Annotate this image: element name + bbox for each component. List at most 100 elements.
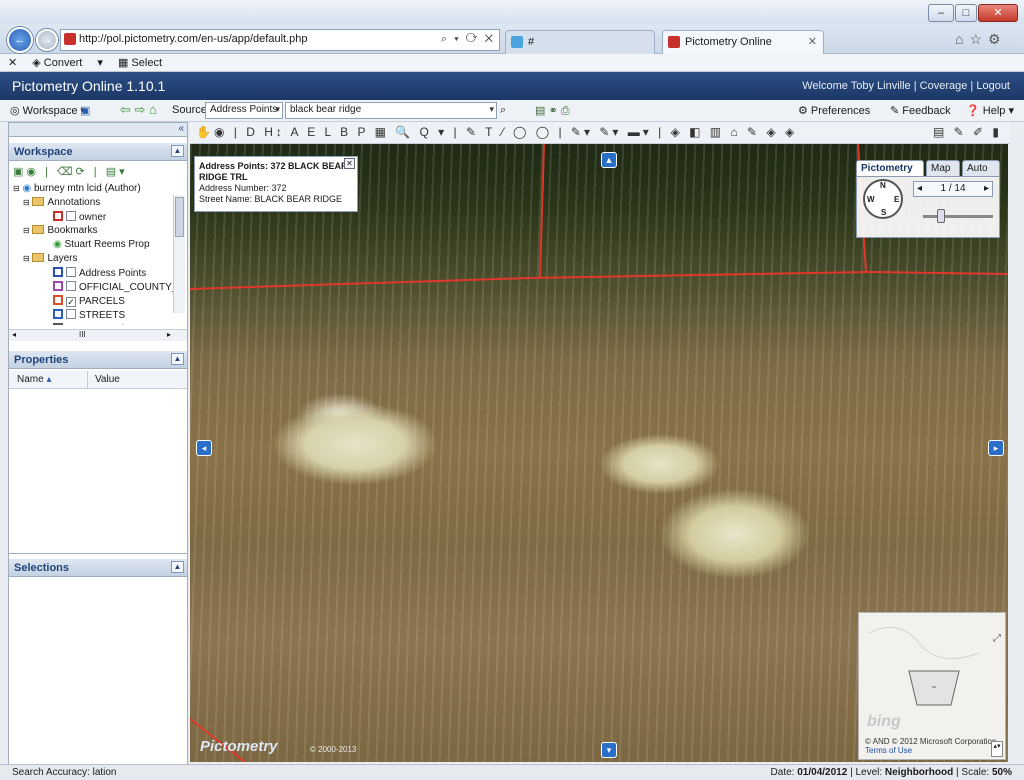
help-button[interactable]: ❓ Help ▾ [966,104,1014,117]
feedback-button[interactable]: ✎ Feedback [890,104,951,117]
forward-button[interactable]: → [36,29,58,51]
zoom-slider[interactable] [923,215,993,218]
collapse-icon[interactable]: ▲ [171,353,184,365]
layer-item[interactable]: STREETS [53,309,125,321]
search-icon[interactable]: ⌕ [500,104,506,117]
close-window-button[interactable]: ✕ [978,4,1018,22]
layer-checkbox[interactable] [66,267,76,277]
select-button[interactable]: ▦ Select [118,57,174,69]
pictometry-favicon-icon [668,36,680,48]
tree-bookmark-item[interactable]: ◉ Stuart Reems Prop [53,239,150,250]
panel-toggle-icon[interactable]: ▣ [80,104,90,117]
bookmark-icon: ◉ [53,239,62,250]
source-select[interactable]: Address Points ▾ [205,102,283,119]
layer-label: US Parcels [79,324,129,325]
minimize-button[interactable]: – [928,4,954,22]
layer-checkbox[interactable] [66,281,76,291]
app-title: Pictometry Online 1.10.1 [12,78,166,94]
coverage-link[interactable]: Coverage [920,80,968,92]
layer-checkbox[interactable] [66,309,76,319]
main-toolbar: ◎ Workspace ▾ ▣ ⇦ ⇨ ⌂ Source: Address Po… [0,100,1024,122]
properties-panel-header: Properties ▲ [9,351,187,369]
pan-zoom-tools-icon[interactable]: ✋◉ | D H↕ A E L B P ▦ 🔍 Q ▾ | ✎ T ⁄ ◯ ◯ … [196,125,797,139]
layer-item[interactable]: ✓US Parcels [53,323,129,325]
search-input[interactable]: black bear ridge ▾ [285,102,497,119]
image-pager[interactable]: ◂ 1 / 14 ▸ [913,181,993,197]
terms-of-use-link[interactable]: Terms of Use [865,746,912,755]
minimap-scroll-icon[interactable]: ▴▾ [991,741,1003,757]
tree-layers[interactable]: ⊟ Layers [23,253,78,264]
tree-scrollbar[interactable] [173,195,185,313]
chevron-right-icon[interactable]: ▸ [984,182,989,196]
status-info: Date: 01/04/2012 | Level: Neighborhood |… [770,767,1012,778]
tab-close-icon[interactable]: ✕ [808,35,817,48]
tab-blank[interactable]: # [505,30,655,54]
column-name[interactable]: Name ▴ [17,374,52,385]
welcome-text: Welcome Toby Linville [802,80,911,92]
tab-pictometry-view[interactable]: Pictometry [856,160,924,176]
annotation-color-icon [53,211,63,221]
tree-owner[interactable]: owner [53,211,106,223]
minimap-expand-icon[interactable]: ⤢ [993,633,1001,644]
feature-info-popup: ✕ Address Points: 372 BLACK BEAR RIDGE T… [194,156,358,212]
close-icon[interactable]: ✕ [344,158,355,169]
tree-bookmarks[interactable]: ⊟ Bookmarks [23,225,98,236]
layer-item[interactable]: Address Points [53,267,146,279]
layer-item[interactable]: OFFICIAL_COUNTY_ZO [53,281,175,293]
left-panel: « Workspace ▲ ▣◉ | ⌫⟳ | ▤▾ ⊟ ◉ burney mt… [8,122,188,766]
properties-table-header: Name ▴ Value [9,371,187,389]
north-marker-icon[interactable]: ▲ [601,152,617,168]
scroll-thumb[interactable] [175,197,184,237]
tab-map-view[interactable]: Map [926,160,960,176]
popup-title: Address Points: 372 BLACK BEAR RIDGE TRL [199,161,348,182]
collapse-left-icon[interactable]: « [178,123,184,134]
address-bar[interactable]: http://pol.pictometry.com/en-us/app/defa… [60,29,500,51]
convert-button[interactable]: ◈ Convert ▾ [32,57,103,69]
bing-logo: bing [867,713,901,730]
workspace-menu[interactable]: ◎ Workspace ▾ [10,104,86,117]
east-marker-icon[interactable]: ▸ [988,440,1004,456]
tree-hscrollbar[interactable]: ◂ III ▸ [9,329,187,341]
layer-label: STREETS [79,310,126,321]
close-icon[interactable]: ✕ [8,57,17,69]
header-links: Welcome Toby Linville | Coverage | Logou… [802,80,1010,92]
logout-link[interactable]: Logout [976,80,1010,92]
workspace-tools-icon[interactable]: ▣◉ | ⌫⟳ | ▤▾ [13,165,128,178]
home-favorites-settings-icon[interactable]: ⌂☆⚙ [955,31,1007,48]
layer-item[interactable]: ✓ PARCELS [53,295,125,307]
folder-icon [32,253,45,262]
search-refresh-stop-icon[interactable]: ⌕ ▾ ⟳ ✕ [441,33,495,46]
layer-color-icon [53,323,63,325]
chevron-down-icon: ▾ [275,104,280,114]
tab-pictometry[interactable]: Pictometry Online ✕ [662,30,824,54]
maximize-button[interactable]: □ [955,4,977,22]
folder-icon [32,197,45,206]
tree-annotations[interactable]: ⊟ Annotations [23,197,100,208]
tab-label: # [528,36,535,48]
map-copyright: © AND © 2012 Microsoft Corporation Terms… [865,737,997,755]
west-marker-icon[interactable]: ◂ [196,440,212,456]
south-marker-icon[interactable]: ▾ [601,742,617,758]
compass-rose-icon[interactable]: N S E W [863,179,903,219]
preferences-button[interactable]: ⚙ Preferences [798,104,870,117]
collapse-icon[interactable]: ▲ [171,145,184,157]
column-value[interactable]: Value [95,374,120,385]
layer-color-icon [53,309,63,319]
draw-edit-icons[interactable]: ▤ ✎ ✐ ▮ [933,125,1002,139]
chevron-left-icon[interactable]: ◂ [917,182,922,196]
layer-color-icon [53,295,63,305]
layer-checkbox[interactable]: ✓ [66,297,76,307]
export-link-print-icon[interactable]: ▤ ⚭ ⎙ [535,104,570,118]
collapse-icon[interactable]: ▲ [171,561,184,573]
back-forward-home-icon[interactable]: ⇦ ⇨ ⌂ [120,102,157,118]
back-button[interactable]: ← [7,27,33,53]
map-toolbar[interactable]: ✋◉ | D H↕ A E L B P ▦ 🔍 Q ▾ | ✎ T ⁄ ◯ ◯ … [190,122,1010,144]
zoom-slider-handle[interactable] [937,209,945,223]
tree-root[interactable]: ⊟ ◉ burney mtn lcid (Author) [13,183,141,194]
status-scale: 50% [991,767,1012,778]
panel-collapse-bar: « [9,123,187,137]
tab-auto-view[interactable]: Auto [962,160,1000,176]
layer-label: Address Points [79,268,147,279]
overview-minimap[interactable]: ⤢ bing © AND © 2012 Microsoft Corporatio… [858,612,1006,760]
ie-page-icon [511,36,523,48]
